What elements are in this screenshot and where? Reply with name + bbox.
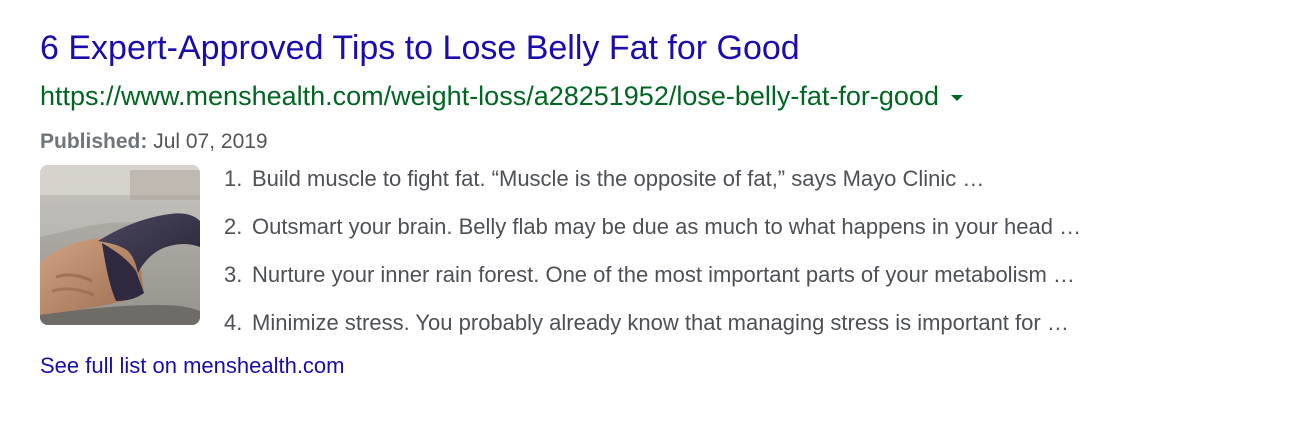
see-full-list-link[interactable]: See full list on menshealth.com bbox=[40, 351, 1260, 381]
list-item-text: Nurture your inner rain forest. One of t… bbox=[252, 262, 1075, 287]
result-title-link[interactable]: 6 Expert-Approved Tips to Lose Belly Fat… bbox=[40, 28, 1260, 68]
list-item-number: 3. bbox=[224, 262, 243, 287]
list-item-number: 4. bbox=[224, 310, 243, 335]
search-result: 6 Expert-Approved Tips to Lose Belly Fat… bbox=[40, 28, 1260, 381]
published-date: Published: Jul 07, 2019 bbox=[40, 128, 1260, 156]
result-url-row: https://www.menshealth.com/weight-loss/a… bbox=[40, 78, 1260, 114]
thumbnail-image bbox=[40, 165, 200, 325]
list-item-number: 1. bbox=[224, 166, 243, 191]
result-url-link[interactable]: https://www.menshealth.com/weight-loss/a… bbox=[40, 78, 939, 114]
list-item-text: Outsmart your brain. Belly flab may be d… bbox=[252, 214, 1082, 239]
list-item: 2. Outsmart your brain. Belly flab may b… bbox=[224, 212, 1234, 242]
published-label: Published: bbox=[40, 130, 148, 153]
result-list: 1. Build muscle to fight fat. “Muscle is… bbox=[224, 164, 1234, 338]
caret-down-icon[interactable] bbox=[950, 95, 963, 101]
list-item: 1. Build muscle to fight fat. “Muscle is… bbox=[224, 164, 1234, 194]
list-item-text: Minimize stress. You probably already kn… bbox=[252, 310, 1069, 335]
list-item-number: 2. bbox=[224, 214, 243, 239]
list-item: 4. Minimize stress. You probably already… bbox=[224, 308, 1234, 338]
result-body: 1. Build muscle to fight fat. “Muscle is… bbox=[40, 164, 1260, 338]
list-item-text: Build muscle to fight fat. “Muscle is th… bbox=[252, 166, 985, 191]
list-item: 3. Nurture your inner rain forest. One o… bbox=[224, 260, 1234, 290]
published-value: Jul 07, 2019 bbox=[153, 130, 268, 153]
result-thumbnail[interactable] bbox=[40, 165, 200, 325]
